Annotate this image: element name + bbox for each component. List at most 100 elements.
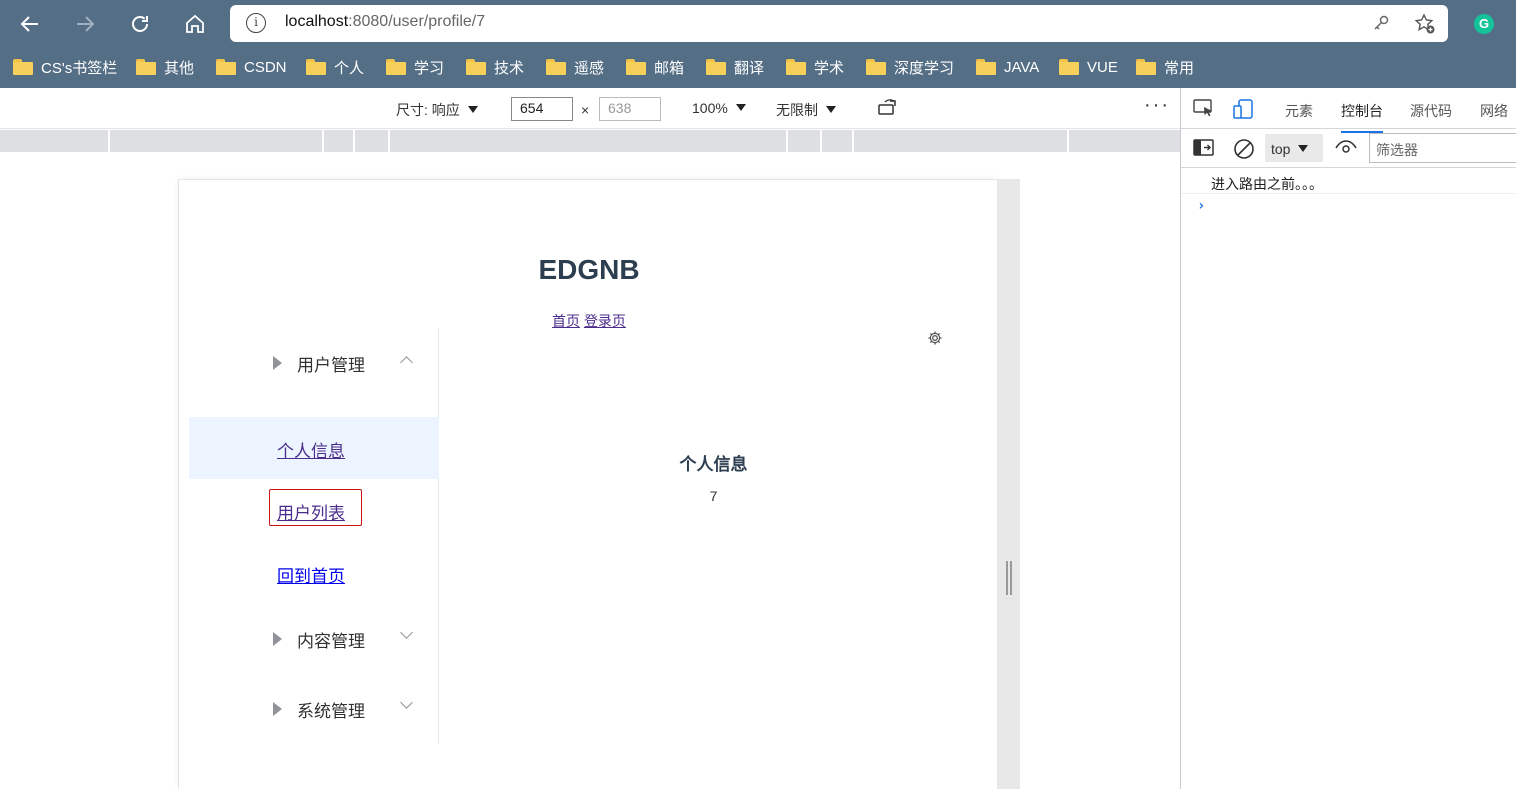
caret-right-icon — [273, 702, 282, 716]
folder-icon — [386, 59, 406, 75]
menu-item-profile[interactable]: 个人信息 — [189, 417, 439, 479]
dimension-times: × — [581, 102, 590, 118]
folder-icon — [546, 59, 566, 75]
bookmark-folder[interactable]: 个人 — [306, 56, 364, 78]
bookmark-folder[interactable]: CSDN — [216, 56, 287, 78]
profile-link[interactable]: 个人信息 — [277, 437, 345, 462]
resize-grip-icon — [1006, 561, 1012, 595]
device-emulation-toolbar: 尺寸: 响应 654 × 638 100% 无限制 ··· — [0, 88, 1180, 129]
back-arrow-icon — [20, 16, 38, 32]
bookmark-folder[interactable]: CS's书签栏 — [13, 56, 117, 78]
console-log-message: 进入路由之前。。。 — [1181, 170, 1516, 194]
folder-icon — [136, 59, 156, 75]
bookmark-folder[interactable]: 其他 — [136, 56, 194, 78]
side-menu: 用户管理 个人信息 用户列表 回到首页 内容管理 系统管理 — [189, 328, 439, 744]
url-path: :8080/user/profile/7 — [348, 13, 486, 30]
folder-icon — [866, 59, 886, 75]
folder-icon — [1136, 59, 1156, 75]
emulated-viewport: EDGNB 首页 登录页 用户管理 个人信息 用户列表 回到首页 内容管理 系统… — [0, 152, 1180, 789]
throttle-select[interactable]: 无限制 — [776, 100, 836, 120]
forward-button[interactable] — [69, 8, 101, 40]
reload-button[interactable] — [124, 8, 156, 40]
execution-context-select[interactable]: top — [1265, 134, 1323, 162]
app-title: EDGNB — [538, 254, 640, 285]
folder-icon — [13, 59, 33, 75]
tab-sources[interactable]: 源代码 — [1410, 101, 1452, 121]
add-favorite-icon[interactable] — [1414, 13, 1436, 39]
home-link[interactable]: 首页 — [552, 313, 580, 329]
folder-icon — [706, 59, 726, 75]
media-query-ruler[interactable] — [0, 130, 1180, 152]
grammarly-extension-icon[interactable]: G — [1474, 14, 1494, 34]
console-toolbar: top 筛选器 — [1181, 129, 1516, 168]
password-key-icon[interactable] — [1372, 14, 1390, 36]
menu-item-user-list[interactable]: 用户列表 — [189, 479, 439, 541]
settings-gear-icon[interactable] — [927, 330, 943, 350]
dropdown-caret-icon — [735, 104, 746, 111]
folder-icon — [466, 59, 486, 75]
chevron-down-icon — [400, 696, 413, 709]
url-text[interactable]: localhost:8080/user/profile/7 — [285, 13, 485, 31]
rotate-icon[interactable] — [877, 99, 899, 120]
bookmark-folder[interactable]: 技术 — [466, 56, 524, 78]
content-heading: 个人信息 — [679, 455, 748, 474]
user-id-value: 7 — [709, 488, 718, 504]
home-button[interactable] — [179, 8, 211, 40]
sidebar-toggle-icon[interactable] — [1193, 139, 1215, 161]
folder-icon — [306, 59, 326, 75]
viewport-height-input[interactable]: 638 — [599, 97, 661, 121]
folder-icon — [976, 59, 996, 75]
clear-console-icon[interactable] — [1233, 138, 1255, 164]
bookmark-folder[interactable]: 深度学习 — [866, 56, 954, 78]
caret-right-icon — [273, 632, 282, 646]
dropdown-caret-icon — [1298, 145, 1309, 152]
dimensions-select[interactable]: 尺寸: 响应 — [396, 100, 478, 120]
bookmarks-bar: CS's书签栏 其他 CSDN 个人 学习 技术 遥感 邮箱 翻译 学术 深度学… — [0, 52, 1516, 80]
folder-icon — [216, 59, 236, 75]
browser-toolbar: i localhost:8080/user/profile/7 G CS's书签… — [0, 0, 1516, 88]
bookmark-folder[interactable]: 邮箱 — [626, 56, 684, 78]
devtools-panel: 元素 控制台 源代码 网络 top 筛选器 进入路由之前。。。 › — [1180, 88, 1516, 789]
inspect-element-icon[interactable] — [1193, 98, 1215, 121]
console-prompt[interactable]: › — [1197, 198, 1205, 214]
tab-elements[interactable]: 元素 — [1285, 101, 1313, 121]
chevron-down-icon — [400, 626, 413, 639]
bookmark-folder[interactable]: 翻译 — [706, 56, 764, 78]
zoom-select[interactable]: 100% — [692, 100, 746, 116]
bookmark-folder[interactable]: 学习 — [386, 56, 444, 78]
folder-icon — [626, 59, 646, 75]
reload-icon — [132, 16, 148, 32]
console-filter-input[interactable]: 筛选器 — [1369, 133, 1516, 163]
live-expression-eye-icon[interactable] — [1335, 140, 1357, 160]
folder-icon — [1059, 59, 1079, 75]
menu-item-back-home[interactable]: 回到首页 — [189, 542, 439, 604]
back-home-link[interactable]: 回到首页 — [277, 562, 345, 587]
bookmark-folder[interactable]: 常用 — [1136, 56, 1194, 78]
tab-console[interactable]: 控制台 — [1341, 101, 1383, 133]
submenu-system-management[interactable]: 系统管理 — [189, 680, 439, 736]
submenu-user-management[interactable]: 用户管理 — [189, 334, 439, 390]
tab-network[interactable]: 网络 — [1480, 101, 1508, 121]
dropdown-caret-icon — [826, 106, 836, 113]
devtools-tab-bar: 元素 控制台 源代码 网络 — [1181, 88, 1516, 133]
forward-arrow-icon — [77, 16, 95, 32]
site-info-icon[interactable]: i — [246, 13, 266, 33]
dropdown-caret-icon — [467, 106, 478, 113]
bookmark-folder[interactable]: JAVA — [976, 56, 1039, 78]
submenu-content-management[interactable]: 内容管理 — [189, 610, 439, 666]
more-options-icon[interactable]: ··· — [1144, 94, 1170, 117]
viewport-width-input[interactable]: 654 — [511, 97, 573, 121]
user-list-link[interactable]: 用户列表 — [277, 499, 345, 524]
address-bar[interactable]: i localhost:8080/user/profile/7 — [230, 5, 1448, 42]
back-button[interactable] — [14, 8, 46, 40]
bookmark-folder[interactable]: 遥感 — [546, 56, 604, 78]
folder-icon — [786, 59, 806, 75]
device-toolbar-toggle-icon[interactable] — [1233, 98, 1255, 123]
bookmark-folder[interactable]: VUE — [1059, 56, 1118, 78]
bookmark-folder[interactable]: 学术 — [786, 56, 844, 78]
app-page: EDGNB 首页 登录页 用户管理 个人信息 用户列表 回到首页 内容管理 系统… — [178, 179, 998, 789]
chevron-up-icon — [400, 356, 413, 369]
home-icon — [186, 14, 204, 33]
viewport-resize-handle[interactable] — [998, 179, 1020, 789]
login-link[interactable]: 登录页 — [584, 313, 626, 329]
